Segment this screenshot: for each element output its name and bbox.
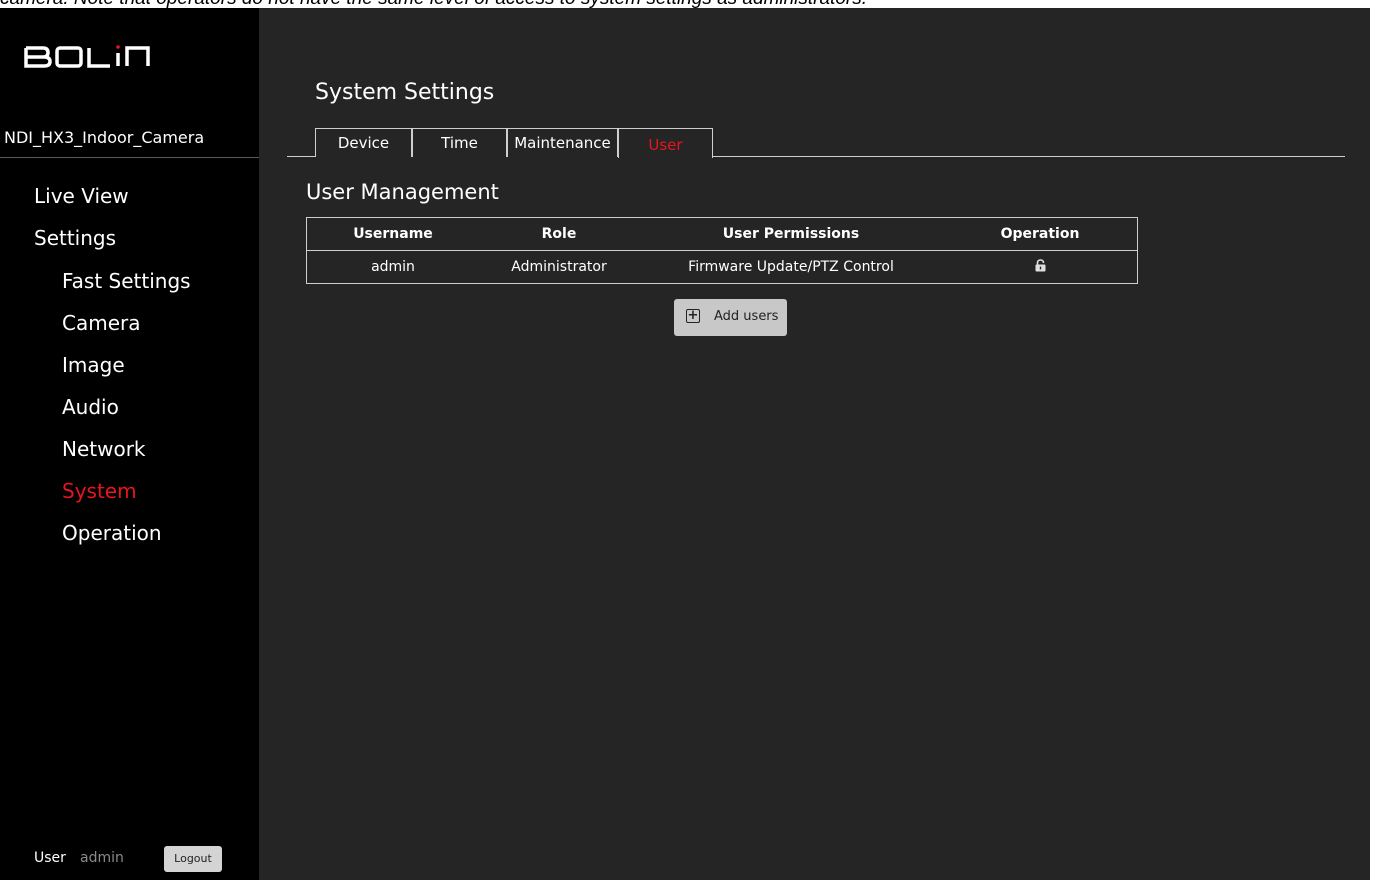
current-username: admin bbox=[80, 850, 124, 866]
tab-maintenance[interactable]: Maintenance bbox=[507, 128, 618, 157]
tab-device[interactable]: Device bbox=[315, 128, 412, 157]
column-header-operation: Operation bbox=[943, 217, 1138, 251]
logout-button[interactable]: Logout bbox=[164, 846, 222, 872]
page-title: System Settings bbox=[315, 80, 495, 105]
users-table: Username Role User Permissions Operation… bbox=[306, 217, 1138, 284]
nav-item-live-view[interactable]: Live View bbox=[34, 184, 129, 208]
cell-permissions: Firmware Update/PTZ Control bbox=[688, 259, 894, 275]
bolin-logo bbox=[24, 42, 156, 76]
nav-item-system[interactable]: System bbox=[62, 479, 137, 503]
lock-icon[interactable] bbox=[1035, 258, 1046, 276]
column-header-role: Role bbox=[479, 217, 639, 251]
user-label: User bbox=[34, 850, 66, 866]
tab-time[interactable]: Time bbox=[412, 128, 507, 157]
add-users-label: Add users bbox=[714, 309, 779, 324]
cell-role: Administrator bbox=[511, 259, 607, 275]
nav-item-fast-settings[interactable]: Fast Settings bbox=[62, 269, 191, 293]
nav-item-settings[interactable]: Settings bbox=[34, 226, 116, 250]
column-header-username: Username bbox=[306, 217, 479, 251]
nav-item-camera[interactable]: Camera bbox=[62, 311, 141, 335]
table-row: admin Administrator Firmware Update/PTZ … bbox=[307, 251, 1138, 284]
nav-item-audio[interactable]: Audio bbox=[62, 395, 119, 419]
cell-operation bbox=[943, 251, 1138, 284]
table-header-row: Username Role User Permissions Operation bbox=[306, 217, 1138, 251]
nav-item-operation[interactable]: Operation bbox=[62, 521, 162, 545]
column-header-permissions: User Permissions bbox=[639, 217, 943, 251]
nav-item-image[interactable]: Image bbox=[62, 353, 125, 377]
section-title: User Management bbox=[306, 180, 499, 204]
cell-username: admin bbox=[371, 259, 415, 275]
add-users-button[interactable]: + Add users bbox=[674, 299, 787, 336]
tab-user[interactable]: User bbox=[618, 128, 713, 158]
main-content: System Settings Device Time Maintenance … bbox=[259, 8, 1370, 880]
user-bar: User admin Logout bbox=[34, 846, 234, 876]
nav-item-network[interactable]: Network bbox=[62, 437, 146, 461]
device-name: NDI_HX3_Indoor_Camera bbox=[0, 126, 259, 158]
sidebar: NDI_HX3_Indoor_Camera Live View Settings… bbox=[0, 8, 259, 880]
plus-box-icon: + bbox=[686, 308, 700, 323]
page-caption: camera. Note that operators do not have … bbox=[0, 0, 1375, 8]
